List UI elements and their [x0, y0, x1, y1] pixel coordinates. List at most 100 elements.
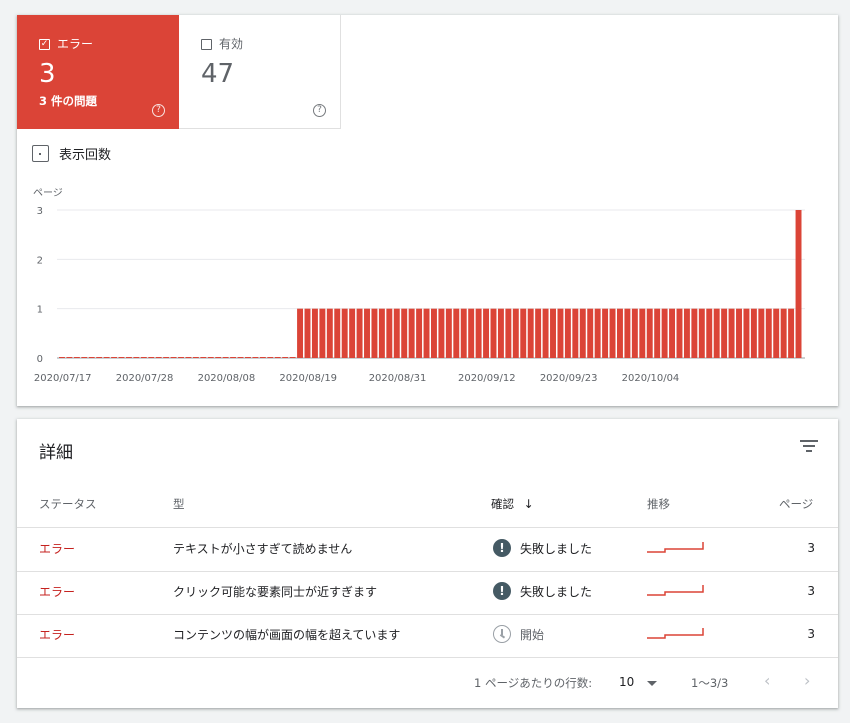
chevron-down-icon[interactable]	[647, 681, 657, 686]
chart-bar[interactable]	[698, 308, 705, 358]
chart-bar[interactable]	[393, 308, 400, 358]
chart-bar[interactable]	[148, 357, 155, 358]
chart-bar[interactable]	[401, 308, 408, 358]
chart-bar[interactable]	[535, 308, 542, 358]
chart-bar[interactable]	[200, 357, 207, 358]
chart-bar[interactable]	[654, 308, 661, 358]
error-checkbox[interactable]: ✓	[39, 39, 50, 50]
chart-bar[interactable]	[750, 308, 757, 358]
chart-bar[interactable]	[245, 357, 251, 358]
error-summary-tile[interactable]: ✓ エラー 3 3 件の問題 ?	[17, 15, 179, 129]
help-icon[interactable]: ?	[152, 104, 165, 117]
chart-bar[interactable]	[594, 308, 601, 358]
chart-bar[interactable]	[73, 357, 80, 358]
chart-bar[interactable]	[431, 308, 437, 358]
chart-bar[interactable]	[155, 357, 162, 358]
chart-bar[interactable]	[564, 308, 571, 358]
chart-bar[interactable]	[639, 308, 646, 358]
chart-bar[interactable]	[311, 308, 318, 358]
chart-bar[interactable]	[237, 357, 244, 358]
chart-bar[interactable]	[676, 308, 683, 358]
chart-bar[interactable]	[520, 308, 527, 358]
column-header-validation[interactable]: 確認 ↓	[491, 496, 534, 512]
chart-bar[interactable]	[460, 308, 467, 358]
chart-bar[interactable]	[669, 308, 676, 358]
column-header-pages[interactable]: ページ	[779, 496, 813, 512]
help-icon[interactable]: ?	[313, 104, 326, 117]
chart-bar[interactable]	[617, 308, 623, 358]
chart-bar[interactable]	[602, 308, 609, 358]
chart-bar[interactable]	[125, 357, 132, 358]
chart-bar[interactable]	[289, 357, 296, 358]
chart-bar[interactable]	[765, 308, 772, 358]
chart-bar[interactable]	[282, 357, 289, 358]
chart-bar[interactable]	[274, 357, 281, 358]
chart-bar[interactable]	[140, 357, 147, 358]
chart-bar[interactable]	[445, 308, 452, 358]
chart-bar[interactable]	[118, 357, 125, 358]
chart-bar[interactable]	[728, 308, 735, 358]
chart-bar[interactable]	[743, 308, 750, 358]
chart-bar[interactable]	[706, 308, 713, 358]
chart-bar[interactable]	[252, 357, 259, 358]
next-page-icon[interactable]: ›	[804, 671, 810, 690]
chart-bar[interactable]	[661, 308, 668, 358]
chart-bar[interactable]	[497, 308, 504, 358]
chart-bar[interactable]	[773, 308, 780, 358]
chart-bar[interactable]	[587, 308, 594, 358]
chart-bar[interactable]	[319, 308, 326, 358]
chart-bar[interactable]	[475, 308, 482, 358]
chart-bar[interactable]	[88, 357, 95, 358]
impressions-checkbox[interactable]	[32, 145, 49, 162]
chart-bar[interactable]	[192, 357, 199, 358]
chart-bar[interactable]	[222, 357, 229, 358]
chart-bar[interactable]	[170, 357, 177, 358]
chart-bar[interactable]	[542, 308, 549, 358]
chart-bar[interactable]	[721, 308, 728, 358]
chart-bar[interactable]	[468, 308, 475, 358]
chart-bar[interactable]	[624, 308, 631, 358]
chart-bar[interactable]	[505, 308, 512, 358]
column-header-type[interactable]: 型	[173, 496, 185, 512]
filter-icon[interactable]	[800, 439, 818, 453]
chart-bar[interactable]	[326, 308, 333, 358]
chart-bar[interactable]	[364, 308, 370, 358]
chart-bar[interactable]	[81, 357, 88, 358]
chart-bar[interactable]	[334, 308, 341, 358]
chart-bar[interactable]	[512, 308, 519, 358]
chart-bar[interactable]	[572, 308, 579, 358]
chart-bar[interactable]	[453, 308, 460, 358]
chart-bar[interactable]	[341, 308, 348, 358]
chart-bar[interactable]	[371, 308, 378, 358]
chart-bar[interactable]	[646, 308, 653, 358]
chart-bar[interactable]	[713, 308, 720, 358]
chart-bar[interactable]	[408, 308, 415, 358]
chart-bar[interactable]	[758, 308, 765, 358]
chart-bar[interactable]	[780, 308, 787, 358]
chart-bar[interactable]	[483, 308, 490, 358]
chart-bar[interactable]	[423, 308, 430, 358]
chart-bar[interactable]	[207, 357, 214, 358]
chart-bar[interactable]	[304, 308, 311, 358]
chart-bar[interactable]	[349, 308, 356, 358]
chart-bar[interactable]	[163, 357, 170, 358]
chart-bar[interactable]	[378, 308, 385, 358]
chart-bar[interactable]	[185, 357, 192, 358]
chart-bar[interactable]	[66, 357, 73, 358]
chart-bar[interactable]	[683, 308, 690, 358]
chart-bar[interactable]	[550, 308, 556, 358]
chart-bar[interactable]	[557, 308, 564, 358]
chart-bar[interactable]	[609, 308, 616, 358]
previous-page-icon[interactable]: ‹	[764, 671, 770, 690]
chart-bar[interactable]	[96, 357, 103, 358]
rows-per-page-select[interactable]: 10	[619, 675, 634, 689]
chart-bar[interactable]	[386, 308, 393, 358]
chart-bar[interactable]	[111, 357, 118, 358]
chart-bar[interactable]	[438, 308, 445, 358]
column-header-status[interactable]: ステータス	[39, 496, 97, 512]
chart-bar[interactable]	[103, 357, 110, 358]
chart-bar[interactable]	[215, 357, 222, 358]
chart-bar[interactable]	[267, 357, 274, 358]
chart-bar[interactable]	[297, 308, 304, 358]
chart-bar[interactable]	[631, 308, 638, 358]
